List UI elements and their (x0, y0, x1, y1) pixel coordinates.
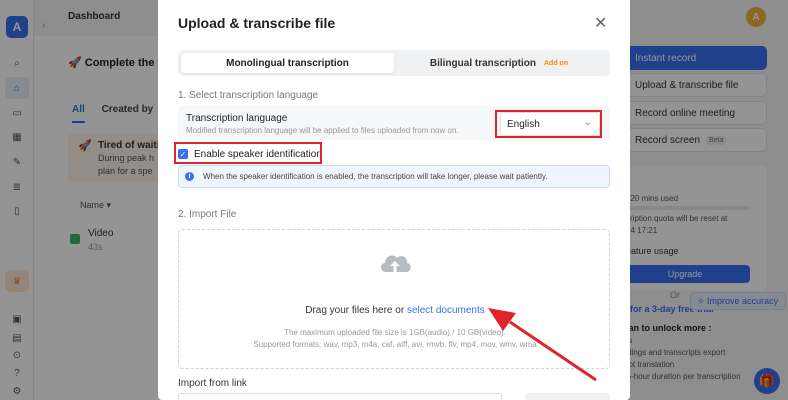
highlight-box (495, 110, 602, 138)
supported-formats-text: Supported formats: wav, mp3, m4a, caf, a… (253, 340, 537, 349)
info-banner: i When the speaker identification is ena… (178, 165, 610, 188)
dialog-title: Upload & transcribe file (178, 15, 336, 31)
upload-limits: The maximum uploaded file size is 1GB(au… (179, 327, 611, 351)
cloud-upload-icon (380, 255, 411, 274)
language-label: Transcription language (186, 113, 288, 124)
transcription-mode-tabs: Monolingual transcription Bilingual tran… (178, 50, 610, 76)
upload-transcribe-dialog: Upload & transcribe file ✕ Monolingual t… (158, 0, 630, 400)
drag-instructions: Drag your files here or select documents (179, 305, 611, 316)
file-drop-zone[interactable]: Drag your files here or select documents… (178, 229, 610, 369)
import-link-button[interactable] (525, 393, 610, 400)
info-icon: i (185, 172, 194, 181)
section-select-language: 1. Select transcription language (178, 90, 319, 101)
highlight-box (174, 142, 322, 164)
close-icon[interactable]: ✕ (594, 13, 607, 33)
import-link-input[interactable] (178, 393, 502, 400)
max-size-text: The maximum uploaded file size is 1GB(au… (284, 328, 506, 337)
language-hint: Modified transcription language will be … (186, 126, 459, 135)
info-text: When the speaker identification is enabl… (203, 172, 548, 181)
drag-text: Drag your files here or (305, 305, 405, 316)
addon-badge: Add on (541, 58, 572, 68)
select-documents-link[interactable]: select documents (407, 305, 485, 316)
tab-monolingual[interactable]: Monolingual transcription (181, 53, 394, 73)
import-link-label: Import from link (178, 378, 247, 389)
section-import-file: 2. Import File (178, 209, 237, 220)
tab-bilingual[interactable]: Bilingual transcription Add on (394, 53, 607, 73)
